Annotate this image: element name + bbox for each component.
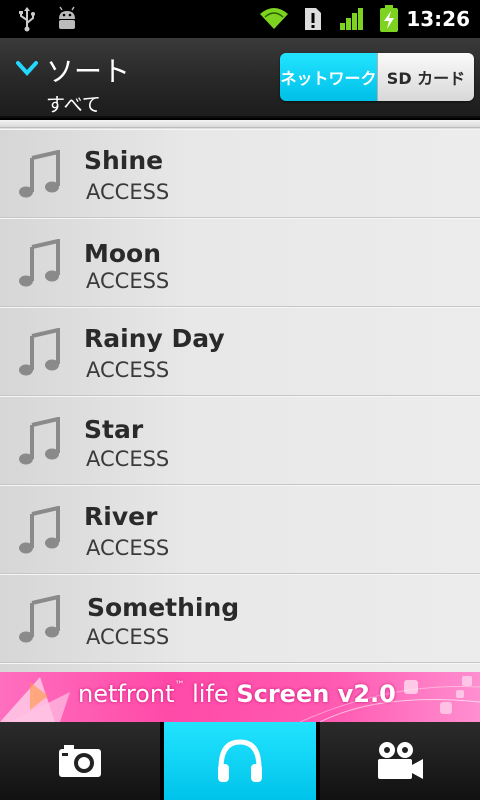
- list-item[interactable]: Star ACCESS: [0, 396, 480, 485]
- bottom-tab-bar: [0, 722, 480, 800]
- track-artist: ACCESS: [86, 358, 170, 382]
- track-artist: ACCESS: [86, 447, 170, 471]
- banner-text: netfront™ life Screen v2.0: [78, 680, 396, 708]
- banner-brand2: life: [192, 680, 229, 708]
- tab-camera[interactable]: [0, 722, 160, 800]
- alert-icon: [305, 8, 321, 30]
- status-bar: 13:26: [0, 0, 480, 38]
- list-item[interactable]: Rainy Day ACCESS: [0, 307, 480, 396]
- list-item[interactable]: Shine ACCESS: [0, 129, 480, 218]
- banner-product: Screen v2.0: [236, 680, 396, 708]
- music-note-icon: [19, 239, 60, 287]
- sort-filter-value[interactable]: すべて: [46, 90, 101, 117]
- sort-title[interactable]: ソート: [46, 50, 130, 90]
- header: ソート すべて ネットワーク SD カード: [0, 38, 480, 118]
- tab-video[interactable]: [320, 722, 480, 800]
- clock: 13:26: [406, 7, 470, 31]
- track-title: Something: [87, 593, 240, 622]
- list-divider: [0, 120, 480, 128]
- android-debug-icon: [59, 6, 75, 29]
- list-item[interactable]: [0, 663, 480, 672]
- banner-brand-sup: ™: [174, 680, 185, 691]
- list-item[interactable]: Something ACCESS: [0, 574, 480, 663]
- network-button[interactable]: ネットワーク: [280, 53, 377, 101]
- music-note-icon: [19, 150, 60, 198]
- chevron-down-icon[interactable]: [16, 60, 38, 76]
- ad-banner[interactable]: netfront™ life Screen v2.0: [0, 672, 480, 722]
- usb-icon: [19, 7, 35, 32]
- track-list[interactable]: Shine ACCESS Moon ACCESS Rainy Day ACCES…: [0, 120, 480, 672]
- list-item[interactable]: River ACCESS: [0, 485, 480, 574]
- track-title: River: [84, 502, 158, 531]
- track-title: Moon: [84, 239, 162, 268]
- track-artist: ACCESS: [86, 625, 170, 649]
- list-item[interactable]: Moon ACCESS: [0, 218, 480, 307]
- track-artist: ACCESS: [86, 536, 170, 560]
- camera-icon: [59, 745, 101, 777]
- music-note-icon: [19, 506, 60, 554]
- tab-music[interactable]: [164, 722, 316, 800]
- battery-charging-icon: [380, 5, 398, 32]
- wifi-icon: [260, 8, 288, 29]
- music-note-icon: [19, 328, 60, 376]
- source-toggle: ネットワーク SD カード: [280, 53, 474, 101]
- music-note-icon: [19, 595, 60, 643]
- video-camera-icon: [378, 742, 423, 779]
- track-artist: ACCESS: [86, 269, 170, 293]
- track-artist: ACCESS: [86, 180, 170, 204]
- banner-brand: netfront: [78, 680, 175, 708]
- track-title: Star: [84, 415, 144, 444]
- headphones-icon: [218, 739, 262, 782]
- track-title: Shine: [84, 146, 164, 175]
- music-note-icon: [19, 417, 60, 465]
- sd-card-button[interactable]: SD カード: [377, 53, 474, 101]
- signal-icon: [340, 8, 363, 30]
- track-title: Rainy Day: [84, 324, 225, 353]
